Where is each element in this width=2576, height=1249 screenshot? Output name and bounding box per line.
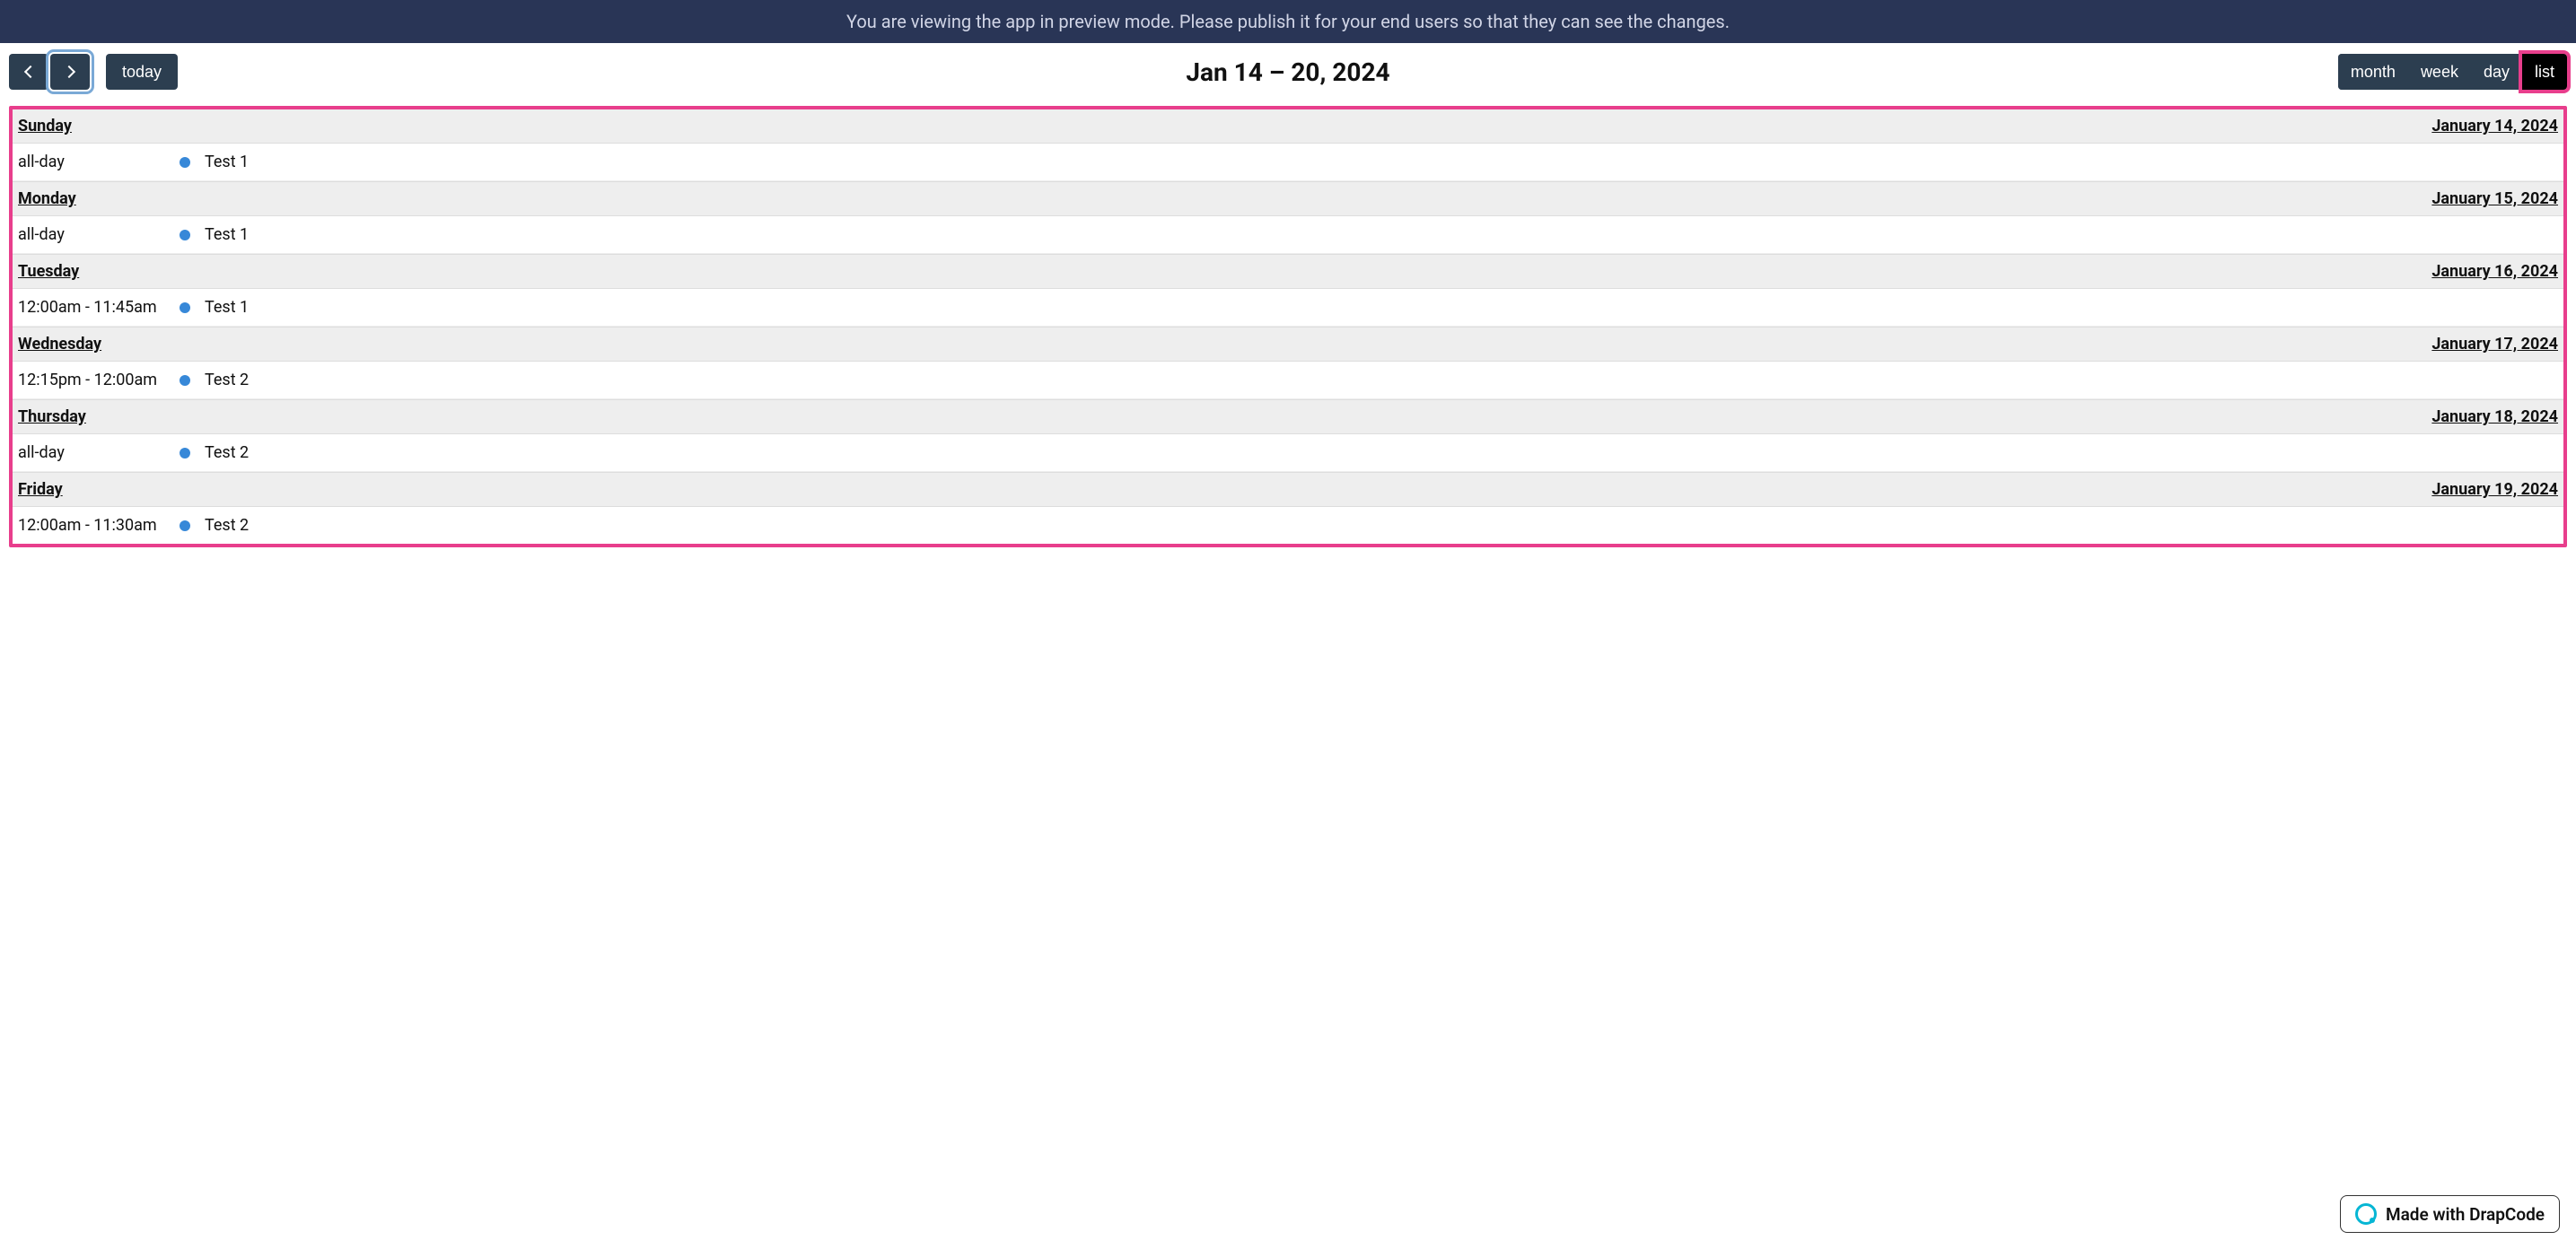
chevron-right-icon — [62, 66, 74, 78]
preview-banner: You are viewing the app in preview mode.… — [0, 0, 2576, 43]
day-header[interactable]: Sunday January 14, 2024 — [13, 109, 2563, 144]
event-title: Test 1 — [205, 153, 249, 171]
event-dot-icon — [180, 302, 190, 313]
view-switcher: month week day list — [2338, 54, 2567, 90]
prev-button[interactable] — [9, 54, 48, 90]
day-date: January 15, 2024 — [2431, 189, 2558, 208]
event-time: 12:00am - 11:30am — [18, 516, 180, 535]
calendar-list: Sunday January 14, 2024 all-day Test 1 Monda… — [9, 106, 2567, 547]
event-row[interactable]: 12:00am - 11:30am Test 2 — [13, 507, 2563, 544]
event-title: Test 2 — [205, 443, 249, 462]
day-name: Tuesday — [18, 262, 79, 281]
event-dot-icon — [180, 230, 190, 240]
view-list-button[interactable]: list — [2522, 54, 2567, 90]
event-dot-icon — [180, 520, 190, 531]
day-header[interactable]: Wednesday January 17, 2024 — [13, 327, 2563, 362]
event-row[interactable]: 12:00am - 11:45am Test 1 — [13, 289, 2563, 327]
event-dot-icon — [180, 157, 190, 168]
drapcode-badge[interactable]: Made with DrapCode — [2340, 1195, 2560, 1233]
day-date: January 18, 2024 — [2431, 407, 2558, 426]
day-header[interactable]: Friday January 19, 2024 — [13, 472, 2563, 507]
today-button[interactable]: today — [106, 54, 178, 90]
calendar-toolbar: today Jan 14 – 20, 2024 month week day l… — [0, 43, 2576, 100]
event-time: 12:15pm - 12:00am — [18, 371, 180, 389]
event-title: Test 2 — [205, 516, 249, 535]
day-name: Monday — [18, 189, 76, 208]
day-name: Thursday — [18, 407, 86, 426]
preview-banner-text: You are viewing the app in preview mode.… — [846, 11, 1730, 32]
view-day-button[interactable]: day — [2471, 54, 2522, 90]
nav-group: today — [9, 54, 178, 90]
event-row[interactable]: all-day Test 1 — [13, 216, 2563, 254]
event-dot-icon — [180, 375, 190, 386]
event-row[interactable]: all-day Test 2 — [13, 434, 2563, 472]
event-time: 12:00am - 11:45am — [18, 298, 180, 317]
event-time: all-day — [18, 153, 180, 171]
event-title: Test 2 — [205, 371, 249, 389]
next-button[interactable] — [50, 54, 90, 90]
day-date: January 19, 2024 — [2431, 480, 2558, 499]
day-header[interactable]: Tuesday January 16, 2024 — [13, 254, 2563, 289]
day-header[interactable]: Monday January 15, 2024 — [13, 181, 2563, 216]
day-date: January 14, 2024 — [2431, 117, 2558, 135]
drapcode-icon — [2355, 1203, 2377, 1225]
event-dot-icon — [180, 448, 190, 459]
day-name: Sunday — [18, 117, 72, 135]
event-title: Test 1 — [205, 298, 249, 317]
day-date: January 17, 2024 — [2431, 335, 2558, 354]
event-row[interactable]: 12:15pm - 12:00am Test 2 — [13, 362, 2563, 399]
event-title: Test 1 — [205, 225, 249, 244]
view-month-button[interactable]: month — [2338, 54, 2408, 90]
day-name: Friday — [18, 480, 63, 499]
calendar-title: Jan 14 – 20, 2024 — [1186, 57, 1389, 87]
day-header[interactable]: Thursday January 18, 2024 — [13, 399, 2563, 434]
view-week-button[interactable]: week — [2408, 54, 2471, 90]
drapcode-badge-text: Made with DrapCode — [2386, 1204, 2545, 1225]
day-name: Wednesday — [18, 335, 101, 354]
chevron-left-icon — [23, 66, 36, 78]
day-date: January 16, 2024 — [2431, 262, 2558, 281]
event-row[interactable]: all-day Test 1 — [13, 144, 2563, 181]
event-time: all-day — [18, 443, 180, 462]
event-time: all-day — [18, 225, 180, 244]
